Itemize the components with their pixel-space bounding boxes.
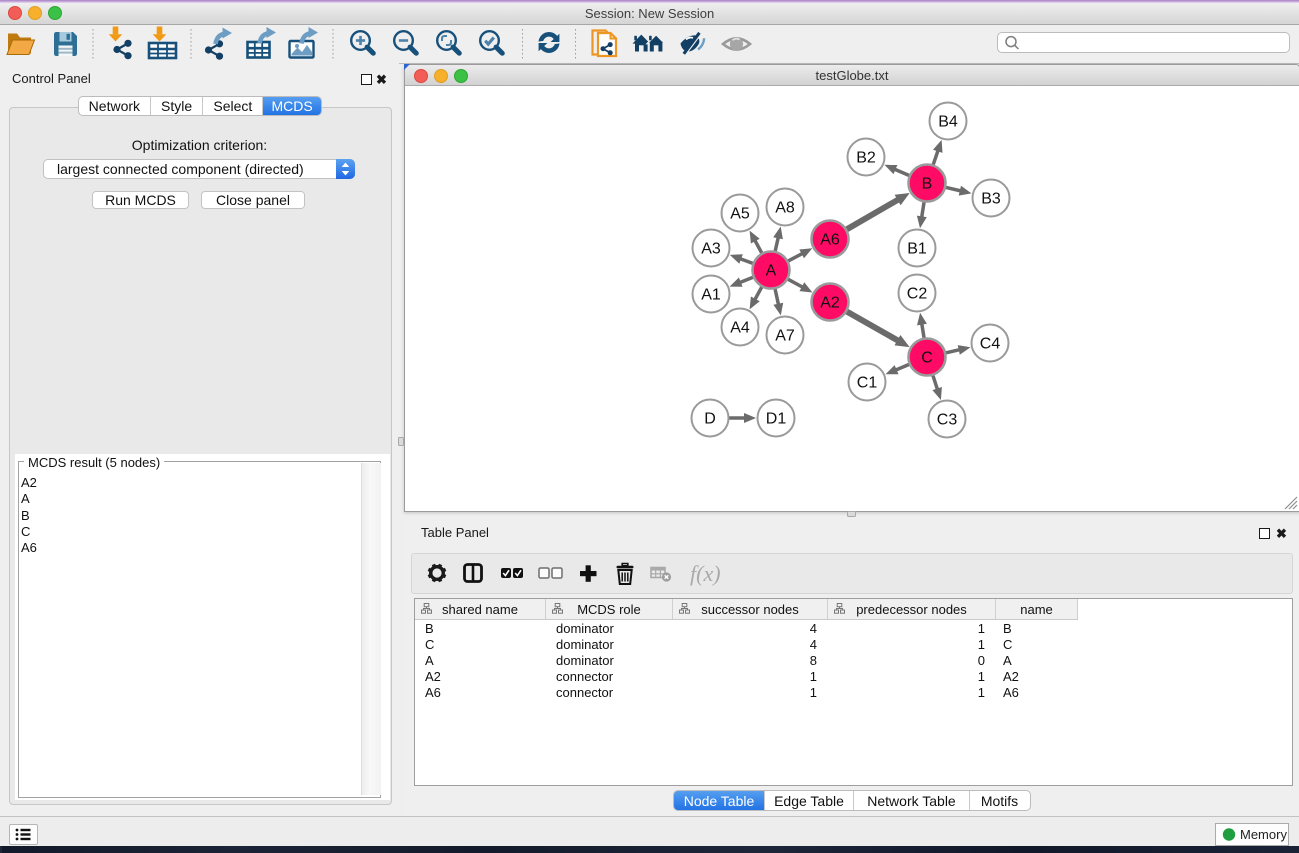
svg-text:A1: A1	[701, 287, 721, 304]
svg-text:A3: A3	[701, 241, 721, 258]
svg-text:A5: A5	[730, 206, 750, 223]
svg-text:B1: B1	[907, 241, 927, 258]
svg-text:B: B	[922, 176, 933, 193]
svg-text:C2: C2	[907, 286, 928, 303]
svg-text:B4: B4	[938, 114, 958, 131]
svg-text:B3: B3	[981, 191, 1001, 208]
svg-text:D1: D1	[766, 411, 787, 428]
svg-text:C4: C4	[980, 336, 1001, 353]
svg-text:D: D	[704, 411, 716, 428]
svg-text:A2: A2	[820, 295, 840, 312]
svg-text:B2: B2	[856, 150, 876, 167]
svg-text:f(x): f(x)	[690, 561, 721, 586]
svg-text:C1: C1	[857, 375, 878, 392]
svg-text:A8: A8	[775, 200, 795, 217]
svg-text:C3: C3	[937, 412, 958, 429]
svg-text:A6: A6	[820, 232, 840, 249]
svg-text:C: C	[921, 350, 933, 367]
svg-text:A: A	[766, 263, 777, 280]
svg-text:A4: A4	[730, 320, 750, 337]
svg-text:A7: A7	[775, 328, 795, 345]
